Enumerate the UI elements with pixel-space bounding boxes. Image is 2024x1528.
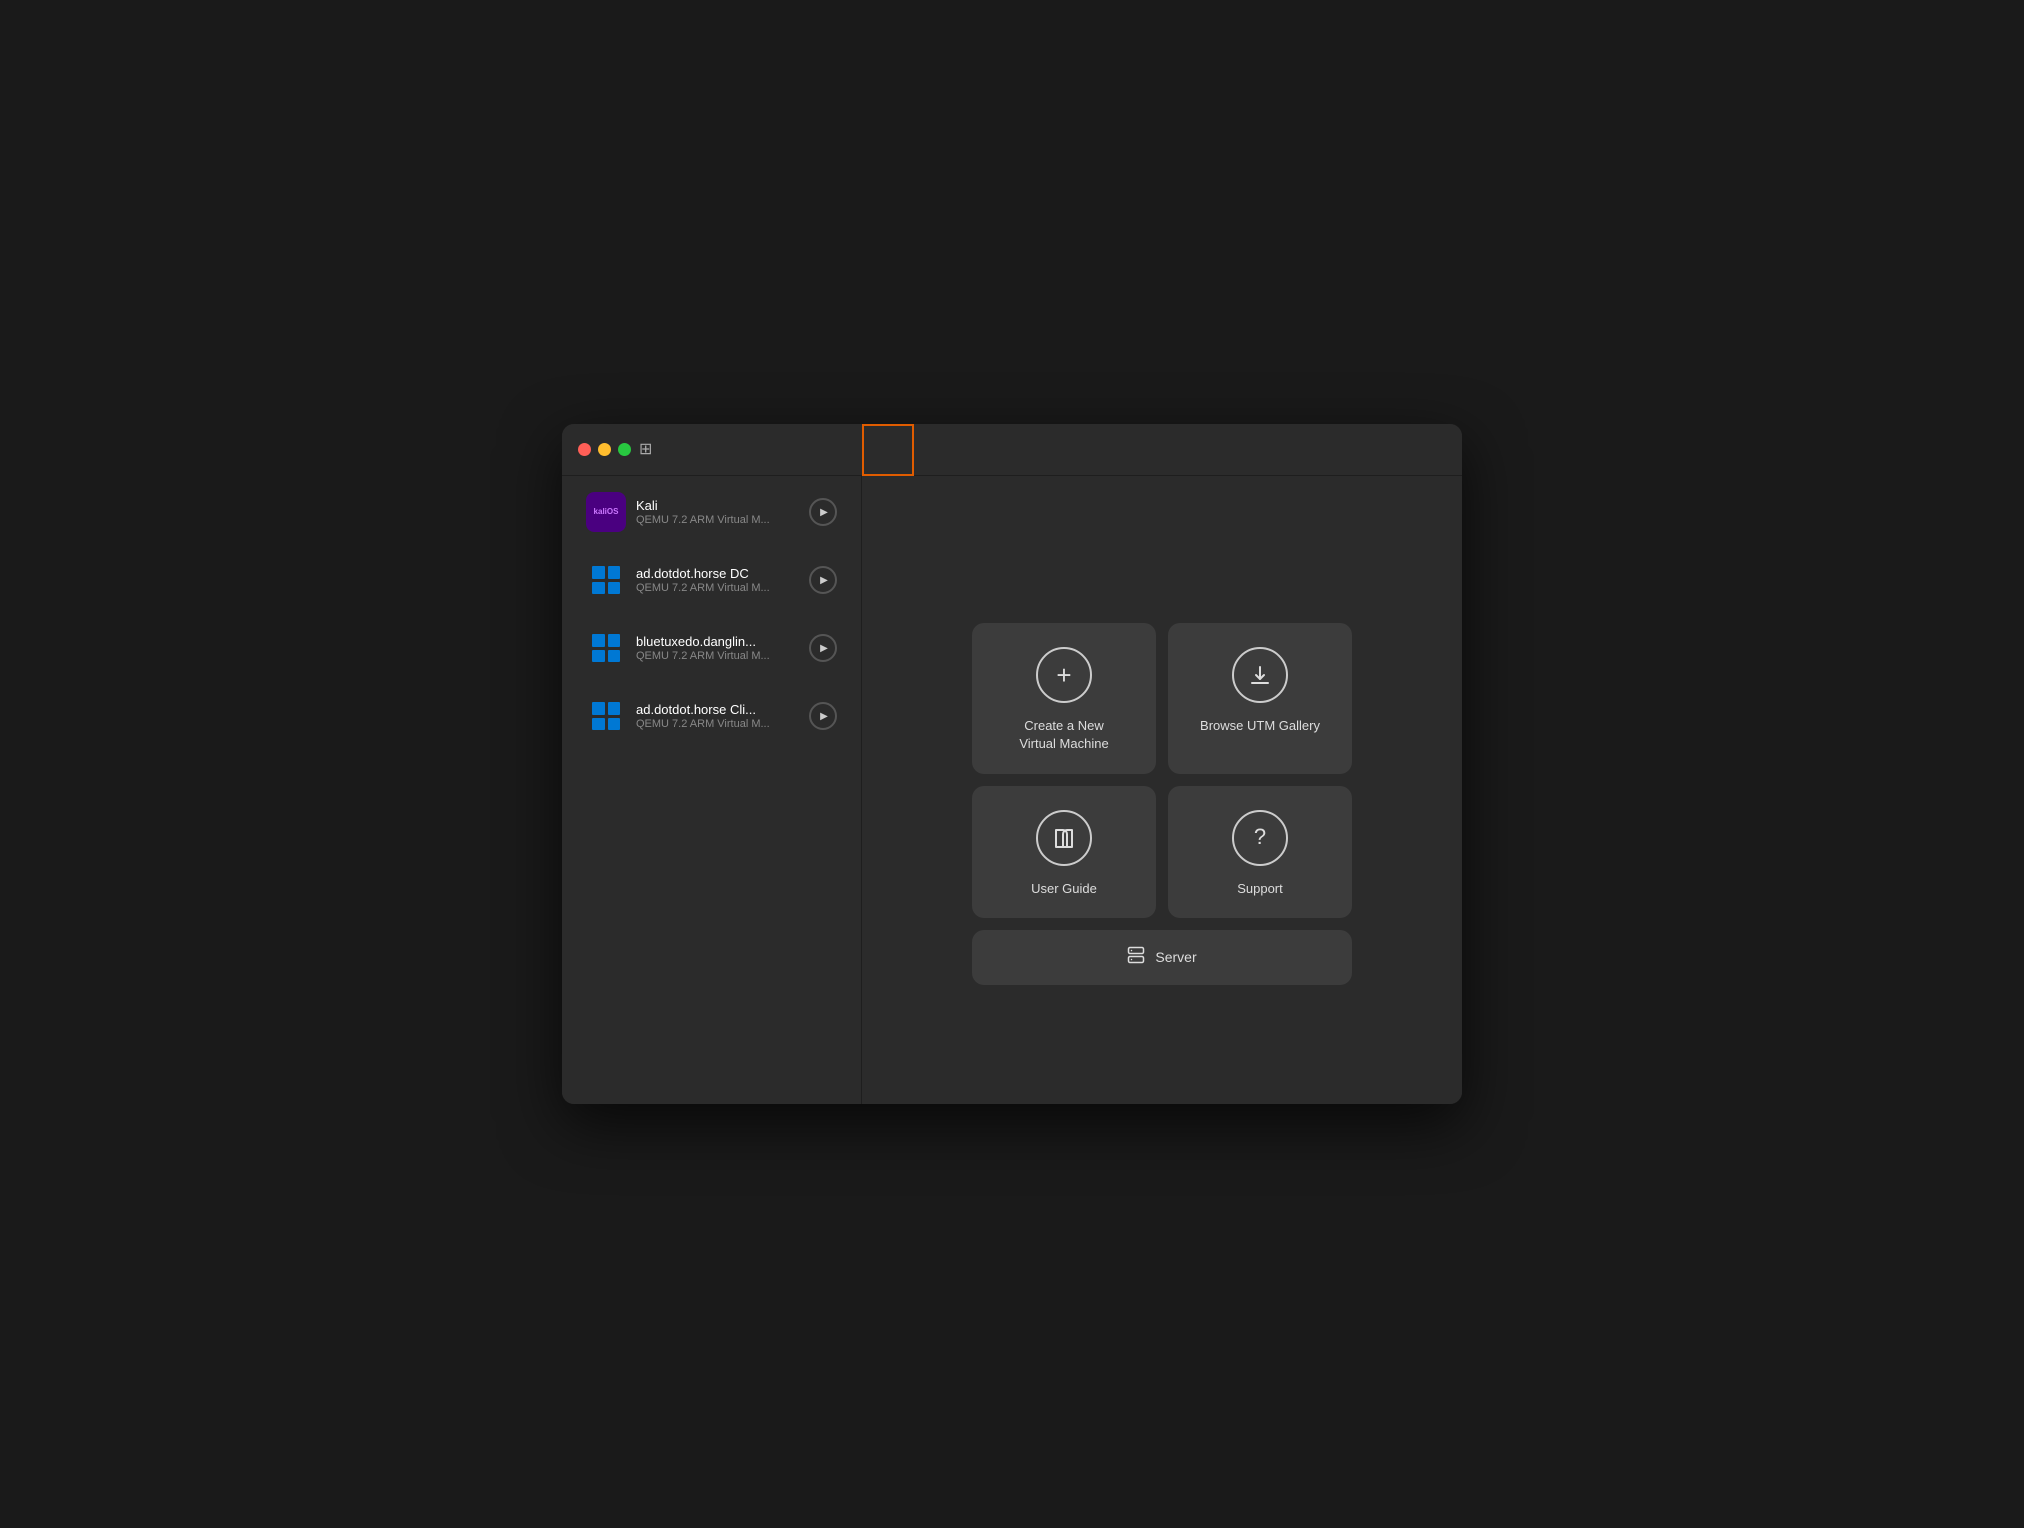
vm-desc: QEMU 7.2 ARM Virtual M... xyxy=(636,650,799,662)
actions-grid: + Create a NewVirtual Machine Browse UTM… xyxy=(972,623,1352,985)
vm-desc: QEMU 7.2 ARM Virtual M... xyxy=(636,718,799,730)
vm-info: ad.dotdot.horse DC QEMU 7.2 ARM Virtual … xyxy=(636,566,799,594)
vm-name: ad.dotdot.horse DC xyxy=(636,566,799,581)
sidebar-item-bluetuxedo[interactable]: bluetuxedo.danglin... QEMU 7.2 ARM Virtu… xyxy=(570,616,853,680)
windows-icon xyxy=(586,560,626,600)
titlebar-right xyxy=(862,424,1462,475)
browse-icon xyxy=(1232,647,1288,703)
create-icon: + xyxy=(1036,647,1092,703)
server-label: Server xyxy=(1155,949,1196,965)
minimize-button[interactable] xyxy=(598,443,611,456)
vm-icon xyxy=(586,560,626,600)
play-button[interactable]: ▶ xyxy=(809,498,837,526)
vm-desc: QEMU 7.2 ARM Virtual M... xyxy=(636,582,799,594)
sidebar-item-ad-dotdot-dc[interactable]: ad.dotdot.horse DC QEMU 7.2 ARM Virtual … xyxy=(570,548,853,612)
support-label: Support xyxy=(1237,880,1283,898)
windows-icon xyxy=(586,628,626,668)
userguide-label: User Guide xyxy=(1031,880,1097,898)
main-window: ⊞ kaliOS Kali QEMU 7.2 ARM Virtual M... … xyxy=(562,424,1462,1104)
windows-icon xyxy=(586,696,626,736)
vm-icon: kaliOS xyxy=(586,492,626,532)
play-button[interactable]: ▶ xyxy=(809,566,837,594)
content-area: kaliOS Kali QEMU 7.2 ARM Virtual M... ▶ … xyxy=(562,476,1462,1104)
server-icon xyxy=(1127,946,1145,969)
vm-name: ad.dotdot.horse Cli... xyxy=(636,702,799,717)
userguide-icon xyxy=(1036,810,1092,866)
maximize-button[interactable] xyxy=(618,443,631,456)
sidebar-item-kali[interactable]: kaliOS Kali QEMU 7.2 ARM Virtual M... ▶ xyxy=(570,480,853,544)
main-area: + Create a NewVirtual Machine Browse UTM… xyxy=(862,476,1462,1104)
sidebar-item-ad-dotdot-cli[interactable]: ad.dotdot.horse Cli... QEMU 7.2 ARM Virt… xyxy=(570,684,853,748)
vm-info: ad.dotdot.horse Cli... QEMU 7.2 ARM Virt… xyxy=(636,702,799,730)
create-label: Create a NewVirtual Machine xyxy=(1019,717,1108,753)
vm-desc: QEMU 7.2 ARM Virtual M... xyxy=(636,514,799,526)
traffic-lights xyxy=(578,443,631,456)
userguide-button[interactable]: User Guide xyxy=(972,786,1156,918)
kali-icon: kaliOS xyxy=(586,492,626,532)
vm-icon xyxy=(586,696,626,736)
vm-name: bluetuxedo.danglin... xyxy=(636,634,799,649)
play-button[interactable]: ▶ xyxy=(809,702,837,730)
support-icon: ? xyxy=(1232,810,1288,866)
close-button[interactable] xyxy=(578,443,591,456)
sidebar-toggle-icon: ⊞ xyxy=(639,442,652,458)
support-button[interactable]: ? Support xyxy=(1168,786,1352,918)
vm-info: Kali QEMU 7.2 ARM Virtual M... xyxy=(636,498,799,526)
titlebar: ⊞ xyxy=(562,424,1462,476)
titlebar-left: ⊞ xyxy=(562,442,862,458)
browse-button[interactable]: Browse UTM Gallery xyxy=(1168,623,1352,773)
server-button[interactable]: Server xyxy=(972,930,1352,985)
browse-label: Browse UTM Gallery xyxy=(1200,717,1320,735)
vm-info: bluetuxedo.danglin... QEMU 7.2 ARM Virtu… xyxy=(636,634,799,662)
sidebar: kaliOS Kali QEMU 7.2 ARM Virtual M... ▶ … xyxy=(562,476,862,1104)
vm-name: Kali xyxy=(636,498,799,513)
vm-icon xyxy=(586,628,626,668)
create-button[interactable]: + Create a NewVirtual Machine xyxy=(972,623,1156,773)
add-vm-button[interactable] xyxy=(862,424,914,476)
play-button[interactable]: ▶ xyxy=(809,634,837,662)
